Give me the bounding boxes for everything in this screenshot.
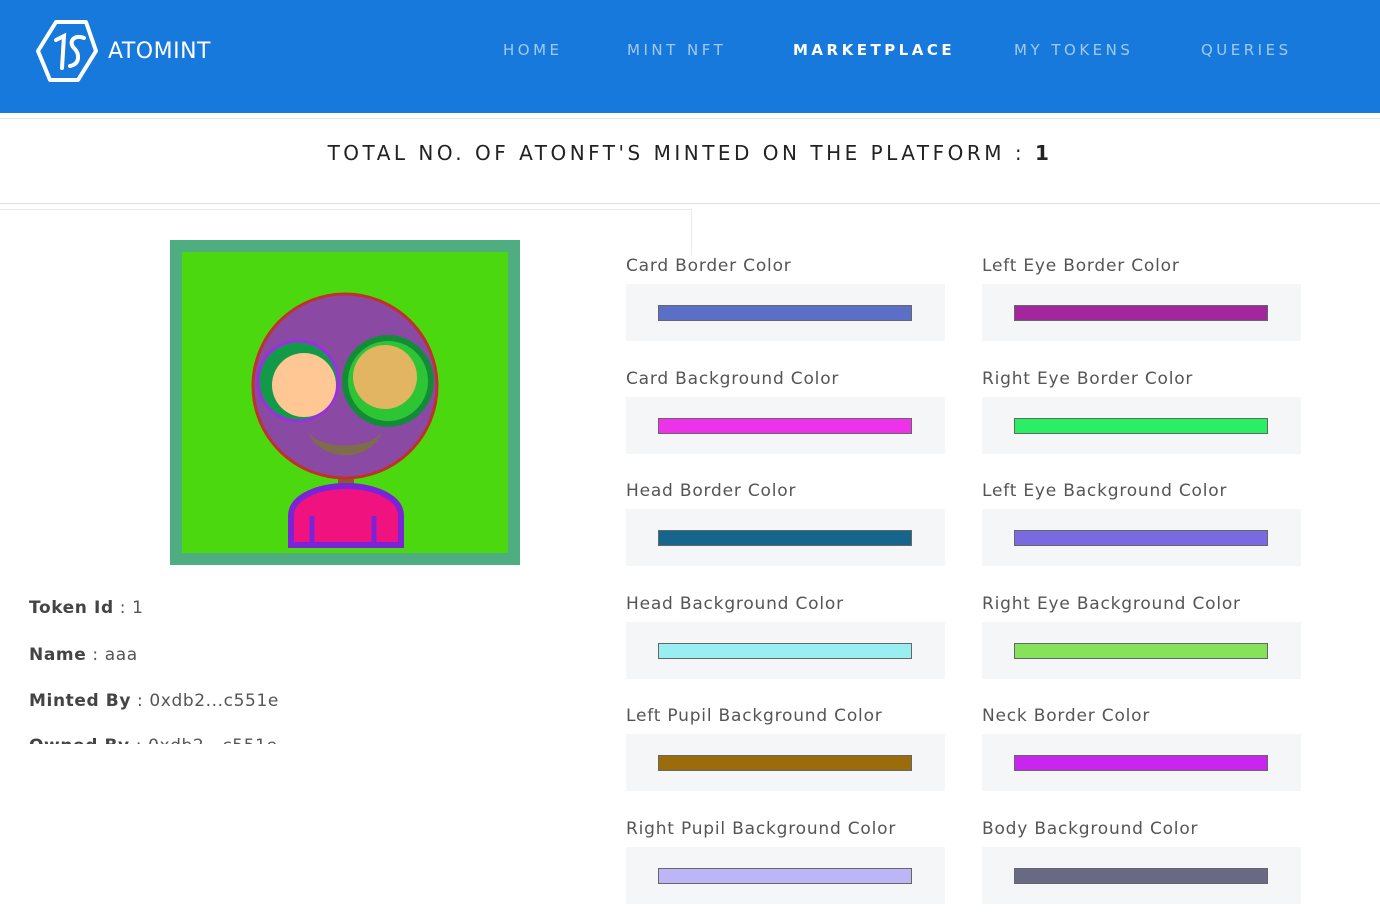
color-label: Left Eye Border Color xyxy=(982,256,1180,276)
color-label: Left Pupil Background Color xyxy=(626,706,883,726)
color-box xyxy=(626,397,945,454)
color-left-eye-border: Left Eye Border Color xyxy=(982,256,1302,341)
color-box xyxy=(982,847,1301,904)
color-card-border: Card Border Color xyxy=(626,256,946,341)
color-label: Neck Border Color xyxy=(982,706,1151,726)
color-label: Left Eye Background Color xyxy=(982,481,1228,501)
color-swatch xyxy=(1014,530,1268,546)
color-box xyxy=(982,397,1301,454)
color-right-pupil-background: Right Pupil Background Color xyxy=(626,819,946,904)
color-label: Right Pupil Background Color xyxy=(626,819,897,839)
nft-left-pupil xyxy=(272,353,336,417)
nft-body xyxy=(288,482,404,548)
color-neck-border: Neck Border Color xyxy=(982,706,1302,791)
token-name-value: aaa xyxy=(104,645,138,665)
color-body-background: Body Background Color xyxy=(982,819,1302,904)
color-box xyxy=(626,734,945,791)
nav-marketplace[interactable]: MARKETPLACE xyxy=(793,41,955,59)
color-label: Card Border Color xyxy=(626,256,792,276)
token-info: Token Id : 1 Name : aaa Minted By : 0xdb… xyxy=(29,596,589,744)
owned-by-row: Owned By : 0xdb2...c551e xyxy=(29,736,278,744)
token-id-value: 1 xyxy=(132,598,144,618)
total-minted-value: 1 xyxy=(1034,141,1053,165)
token-name-row: Name : aaa xyxy=(29,645,138,665)
nav-home[interactable]: HOME xyxy=(503,41,563,59)
color-swatch xyxy=(658,643,912,659)
color-label: Right Eye Border Color xyxy=(982,369,1194,389)
card-frame xyxy=(691,209,692,255)
owned-by-label: Owned By xyxy=(29,736,130,744)
divider xyxy=(0,203,1380,204)
brand[interactable]: ATOMINT xyxy=(36,18,211,84)
minted-by-row: Minted By : 0xdb2...c551e xyxy=(29,691,279,711)
total-minted: TOTAL NO. OF ATONFT'S MINTED ON THE PLAT… xyxy=(0,141,1380,165)
nav-my-tokens[interactable]: MY TOKENS xyxy=(1014,41,1133,59)
nav-queries[interactable]: QUERIES xyxy=(1201,41,1292,59)
color-swatch xyxy=(658,868,912,884)
color-label: Right Eye Background Color xyxy=(982,594,1241,614)
minted-by-label: Minted By xyxy=(29,691,132,711)
divider xyxy=(0,118,1380,119)
token-id-label: Token Id xyxy=(29,598,114,618)
color-swatch xyxy=(658,305,912,321)
color-label: Head Border Color xyxy=(626,481,797,501)
color-right-eye-background: Right Eye Background Color xyxy=(982,594,1302,679)
color-head-border: Head Border Color xyxy=(626,481,946,566)
color-swatch xyxy=(658,530,912,546)
color-label: Body Background Color xyxy=(982,819,1199,839)
navbar: ATOMINT HOME MINT NFT MARKETPLACE MY TOK… xyxy=(0,0,1380,113)
color-box xyxy=(626,622,945,679)
color-swatch xyxy=(658,418,912,434)
color-swatch xyxy=(1014,755,1268,771)
color-left-eye-background: Left Eye Background Color xyxy=(982,481,1302,566)
color-box xyxy=(626,847,945,904)
color-left-pupil-background: Left Pupil Background Color xyxy=(626,706,946,791)
atomint-logo-icon xyxy=(36,20,98,82)
color-box xyxy=(982,734,1301,791)
total-minted-label: TOTAL NO. OF ATONFT'S MINTED ON THE PLAT… xyxy=(327,141,1026,165)
color-swatch xyxy=(1014,418,1268,434)
color-swatch xyxy=(1014,643,1268,659)
color-box xyxy=(982,622,1301,679)
token-name-label: Name xyxy=(29,645,87,665)
color-box xyxy=(626,284,945,341)
color-card-background: Card Background Color xyxy=(626,369,946,454)
color-box xyxy=(982,509,1301,566)
color-label: Head Background Color xyxy=(626,594,844,614)
color-label: Card Background Color xyxy=(626,369,840,389)
color-box xyxy=(626,509,945,566)
color-head-background: Head Background Color xyxy=(626,594,946,679)
nft-right-pupil xyxy=(353,345,417,409)
token-id-row: Token Id : 1 xyxy=(29,598,144,618)
color-box xyxy=(982,284,1301,341)
minted-by-value: 0xdb2...c551e xyxy=(149,691,279,711)
nav-mint-nft[interactable]: MINT NFT xyxy=(627,41,726,59)
owned-by-value: 0xdb2...c551e xyxy=(148,736,278,744)
color-swatch xyxy=(658,755,912,771)
color-swatch xyxy=(1014,305,1268,321)
brand-name: ATOMINT xyxy=(108,38,211,64)
nft-image xyxy=(170,240,520,565)
card-frame xyxy=(0,209,691,210)
color-right-eye-border: Right Eye Border Color xyxy=(982,369,1302,454)
color-swatch xyxy=(1014,868,1268,884)
